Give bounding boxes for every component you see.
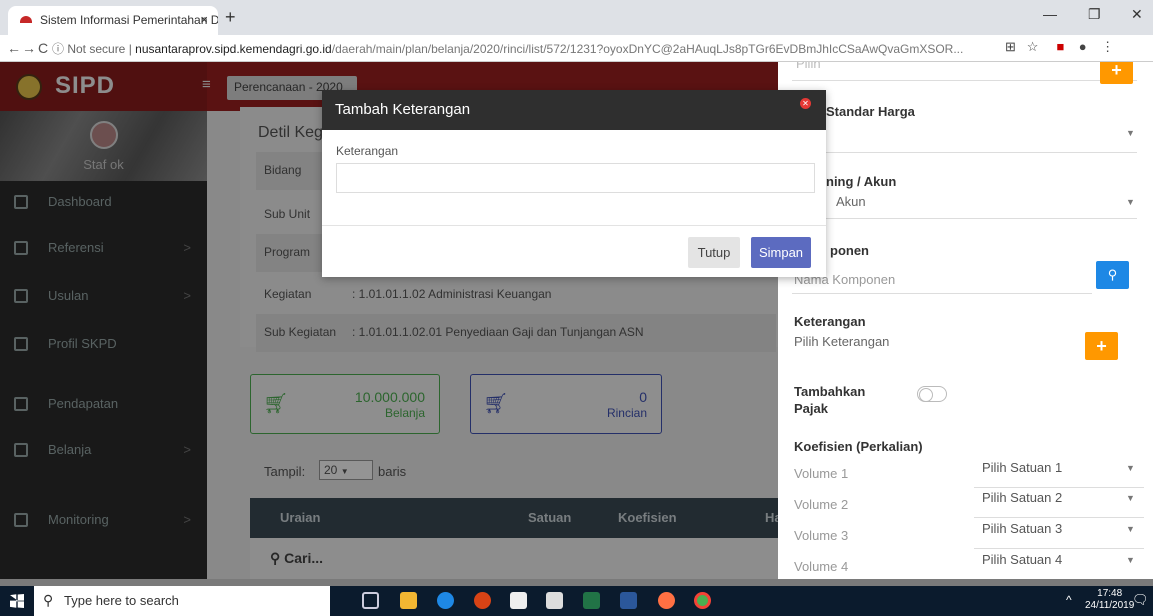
pajak-label: Pajak [794,401,828,416]
volume-input[interactable]: Volume 4 [794,559,848,574]
chevron-down-icon: ▼ [1126,493,1135,503]
url-path: /daerah/main/plan/belanja/2020/rinci/lis… [331,42,964,56]
mail-icon[interactable] [546,592,563,609]
divider [792,293,1092,294]
pajak-toggle[interactable] [917,386,947,402]
close-icon[interactable]: ✕ [800,98,811,109]
file-explorer-icon[interactable] [400,592,417,609]
volume-input[interactable]: Volume 1 [794,466,848,481]
profile-icon[interactable]: ● [1079,39,1087,54]
chevron-down-icon: ▼ [1126,463,1135,473]
word-icon[interactable] [620,592,637,609]
edge-icon[interactable] [437,592,454,609]
taskbar-search[interactable]: ⚲ Type here to search [34,586,330,616]
divider [974,487,1144,488]
task-view-icon[interactable] [362,592,379,609]
keterangan-field-label: Keterangan [336,144,399,158]
browser-tab[interactable]: Sistem Informasi Pemerintahan D × [8,6,218,35]
url-host: nusantaraprov.sipd.kemendagri.go.id [135,42,332,56]
tab-title: Sistem Informasi Pemerintahan D [40,13,218,27]
site-favicon-icon [20,16,32,23]
keterangan-input[interactable] [336,163,815,193]
volume-input[interactable]: Volume 2 [794,497,848,512]
akun-label: ning / Akun [826,174,897,189]
top-partial-label: Pilih [796,62,821,71]
url-field[interactable]: ⓘ Not secure | nusantaraprov.sipd.kemend… [52,39,982,59]
restore-icon[interactable]: ❐ [1088,6,1101,23]
satuan-select[interactable]: Pilih Satuan 4 [982,552,1062,567]
chevron-down-icon[interactable]: ▼ [1126,197,1135,207]
back-icon[interactable]: ← [7,40,21,56]
translate-icon[interactable]: ⊞ [1005,39,1016,54]
browser-menu-icon[interactable]: ⋮ [1101,39,1114,54]
divider [322,225,826,226]
forward-icon[interactable]: → [22,40,36,56]
side-form-panel: Pilih + Standar Harga ▼ ning / Akun Akun… [778,62,1153,579]
divider [792,152,1137,153]
keterangan-label: Keterangan [794,314,866,329]
chevron-down-icon: ▼ [1126,524,1135,534]
add-keterangan-button[interactable]: + [1085,332,1118,360]
excel-icon[interactable] [583,592,600,609]
satuan-select[interactable]: Pilih Satuan 1 [982,460,1062,475]
taskbar-search-placeholder: Type here to search [64,593,179,608]
search-button[interactable]: ⚲ [1096,261,1129,289]
cancel-button[interactable]: Tutup [688,237,740,268]
add-button[interactable]: + [1100,62,1133,84]
notification-icon[interactable]: 🗨︎ [1132,592,1149,608]
standar-harga-label: Standar Harga [826,104,915,119]
extension-icon[interactable]: ■ [1056,39,1064,54]
chevron-down-icon: ▼ [1126,555,1135,565]
taskbar-clock[interactable]: 17:48 24/11/2019 [1085,588,1134,612]
komponen-label: ponen [830,243,869,258]
firefox-icon[interactable] [658,592,675,609]
browser-extensions: ⊞ ☆ ■ ● ⋮ [1005,39,1114,55]
divider [792,218,1137,219]
tab-close-icon[interactable]: × [200,12,208,27]
volume-input[interactable]: Volume 3 [794,528,848,543]
app-viewport: SIPD Staf ok Dashboard Referensi > Usulan… [0,62,1153,579]
search-icon: ⚲ [43,592,54,608]
clock-time: 17:48 [1097,588,1123,599]
pajak-label: Tambahkan [794,384,866,399]
chevron-down-icon[interactable]: ▼ [1126,128,1135,138]
new-tab-button[interactable]: + [225,7,236,28]
keterangan-select[interactable]: Pilih Keterangan [794,334,889,349]
clock-date: 24/11/2019 [1085,600,1135,611]
satuan-select[interactable]: Pilih Satuan 3 [982,521,1062,536]
divider [792,80,1137,81]
not-secure-label: ⓘ Not secure | [52,42,136,56]
powerpoint-icon[interactable] [474,592,491,609]
divider [974,517,1144,518]
chevron-up-icon[interactable]: ^ [1066,593,1072,607]
koefisien-label: Koefisien (Perkalian) [794,439,923,454]
reload-icon[interactable]: C [38,40,48,56]
chrome-icon[interactable] [694,592,711,609]
store-icon[interactable] [510,592,527,609]
modal-title: Tambah Keterangan [322,90,826,130]
satuan-select[interactable]: Pilih Satuan 2 [982,490,1062,505]
akun-select-value[interactable]: Akun [836,194,866,209]
minimize-icon[interactable]: — [1043,6,1057,22]
divider [974,548,1144,549]
save-button[interactable]: Simpan [751,237,811,268]
window-close-icon[interactable]: ✕ [1131,6,1143,23]
bookmark-star-icon[interactable]: ☆ [1027,39,1039,54]
